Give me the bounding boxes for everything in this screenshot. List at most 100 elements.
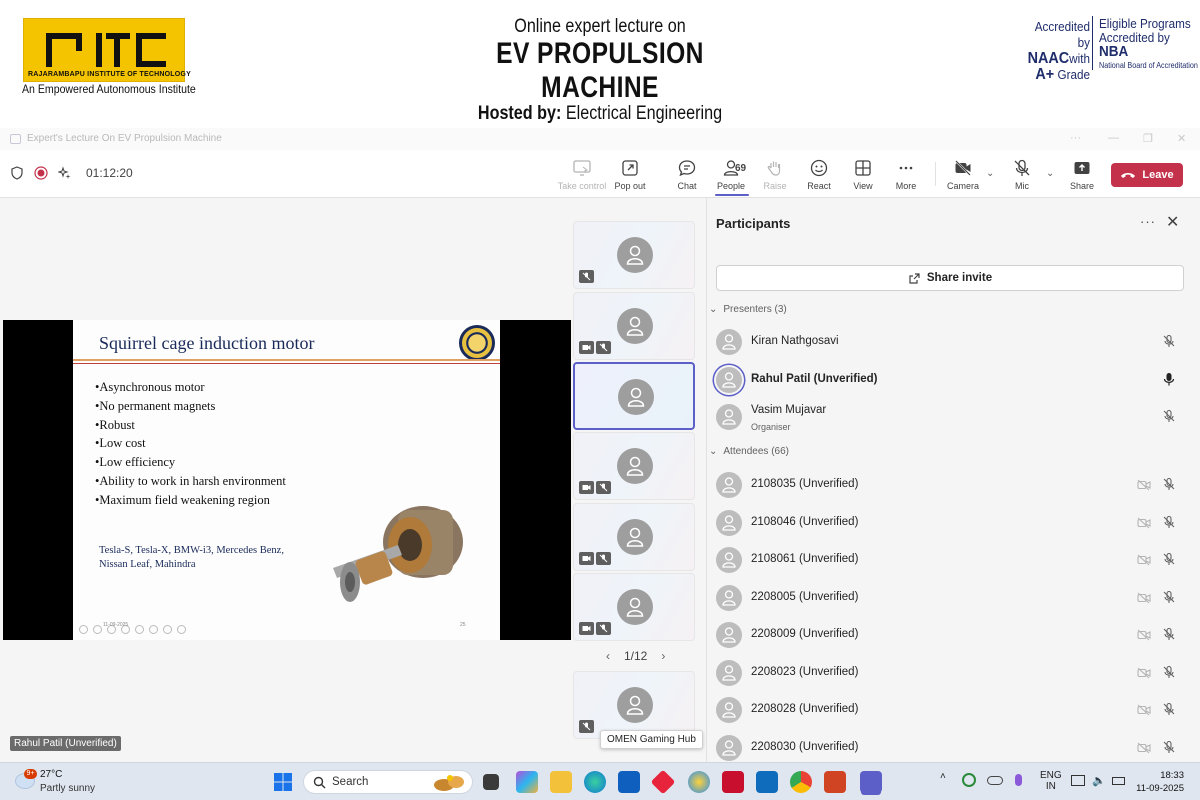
slide-more-icon[interactable] [177,625,186,634]
participant-row[interactable]: 2208030 (Unverified) [716,732,1184,764]
participant-row[interactable]: Kiran Nathgosavi [716,326,1184,358]
windows-start-icon[interactable] [273,772,293,792]
teams-icon[interactable] [860,771,882,793]
participant-row[interactable]: 2208028 (Unverified) [716,694,1184,726]
presenters-section-header[interactable]: ⌄ Presenters (3) [709,304,787,315]
pane-more-button[interactable]: ··· [1140,214,1156,229]
mic-off-icon [1163,552,1175,565]
app-diamond-icon[interactable] [650,769,676,795]
participant-name: Rahul Patil (Unverified) [751,373,878,385]
mic-off-icon [596,622,611,635]
participant-row[interactable]: Rahul Patil (Unverified) [716,364,1184,396]
hang-up-icon [1121,173,1136,178]
participant-tile[interactable] [573,292,695,360]
copilot-icon[interactable] [516,771,538,793]
network-icon[interactable] [1071,775,1085,786]
shield-icon[interactable] [10,166,24,180]
self-view-tile[interactable] [573,671,695,739]
more-icon [899,166,913,170]
window-maximize-button[interactable]: ❐ [1143,132,1153,145]
leave-button[interactable]: Leave [1111,163,1183,187]
share-button[interactable]: Share [1056,158,1108,191]
avatar [716,329,742,355]
window-close-button[interactable]: ✕ [1177,132,1186,145]
participant-row[interactable]: Vasim Mujavar Organiser [716,401,1184,433]
mic-off-icon [1163,409,1175,422]
store-icon[interactable] [618,771,640,793]
participant-tile[interactable] [573,432,695,500]
file-explorer-icon[interactable] [550,771,572,793]
participant-tile[interactable] [573,503,695,571]
sync-icon[interactable] [962,773,976,787]
avatar [617,308,653,344]
participant-row[interactable]: 2108061 (Unverified) [716,544,1184,576]
slide-rule [73,359,500,361]
camera-off-icon [1137,667,1151,678]
mic-off-icon [1163,515,1175,528]
mcafee-icon[interactable] [722,771,744,793]
camera-options-chevron-icon[interactable]: ⌄ [986,168,994,179]
take-control-button[interactable]: Take control [556,158,608,191]
onedrive-icon[interactable] [987,776,1003,785]
participant-tile[interactable] [573,573,695,641]
tray-overflow-chevron-icon[interactable]: ˄ [940,771,946,782]
slide-pointer-icon[interactable] [149,625,158,634]
mic-off-icon [1163,702,1175,715]
camera-off-icon [579,481,594,494]
participant-row[interactable]: 2208023 (Unverified) [716,657,1184,689]
participant-tile-active-speaker[interactable] [573,362,695,430]
app-icon[interactable] [688,771,710,793]
slide-next-icon[interactable] [93,625,102,634]
slide-cc-icon[interactable] [163,625,172,634]
mic-in-use-icon[interactable] [1015,774,1022,786]
participant-row[interactable]: 2108035 (Unverified) [716,469,1184,501]
slide-institute-logo [459,325,495,361]
tooltip: OMEN Gaming Hub [600,730,703,749]
taskbar-search[interactable]: Search [303,770,473,794]
slide-controls[interactable] [79,625,186,634]
mic-on-icon [1163,373,1175,386]
pane-title: Participants [716,216,791,231]
weather-temperature: 27°C [40,769,63,780]
pane-close-button[interactable]: ✕ [1166,212,1179,232]
powerpoint-icon[interactable] [824,771,846,793]
outlook-icon[interactable] [756,771,778,793]
slide-prev-icon[interactable] [79,625,88,634]
edge-icon[interactable] [584,771,606,793]
mic-off-icon [579,270,594,283]
system-clock[interactable]: 18:33 11-09-2025 [1130,769,1184,795]
rit-logo: RAJARAMBAPU INSTITUTE OF TECHNOLOGY [23,18,191,82]
pager-next-button[interactable]: › [661,649,665,663]
window-titlebar: Expert's Lecture On EV Propulsion Machin… [0,128,1200,150]
attendees-section-header[interactable]: ⌄ Attendees (66) [709,446,789,457]
participant-row[interactable]: 2208005 (Unverified) [716,582,1184,614]
slide-zoom-icon[interactable] [135,625,144,634]
volume-icon[interactable]: 🔈 [1092,774,1106,787]
mic-off-icon [1163,627,1175,640]
battery-icon[interactable] [1112,777,1125,785]
avatar [716,547,742,573]
sparkle-icon[interactable] [58,166,72,180]
mic-options-chevron-icon[interactable]: ⌄ [1046,168,1054,179]
smiley-icon [810,159,828,177]
chrome-icon[interactable] [790,771,812,793]
language-indicator[interactable]: ENG IN [1040,770,1062,792]
share-invite-button[interactable]: Share invite [716,265,1184,291]
recording-icon[interactable] [34,166,48,180]
participant-row[interactable]: 2108046 (Unverified) [716,507,1184,539]
avatar [716,472,742,498]
avatar [617,687,653,723]
more-button[interactable]: More [880,158,932,191]
window-minimize-button[interactable]: — [1108,132,1119,144]
pager-prev-button[interactable]: ‹ [606,649,610,663]
toolbar-divider [935,162,936,186]
camera-off-icon [579,622,594,635]
participant-row[interactable]: 2208009 (Unverified) [716,619,1184,651]
pop-out-button[interactable]: Pop out [604,158,656,191]
participant-tile[interactable] [573,221,695,289]
window-more-button[interactable]: ··· [1070,132,1081,144]
mic-button[interactable]: Mic [996,158,1048,191]
task-view-icon[interactable] [483,774,499,790]
camera-off-icon [1137,704,1151,716]
camera-button[interactable]: Camera [937,158,989,191]
